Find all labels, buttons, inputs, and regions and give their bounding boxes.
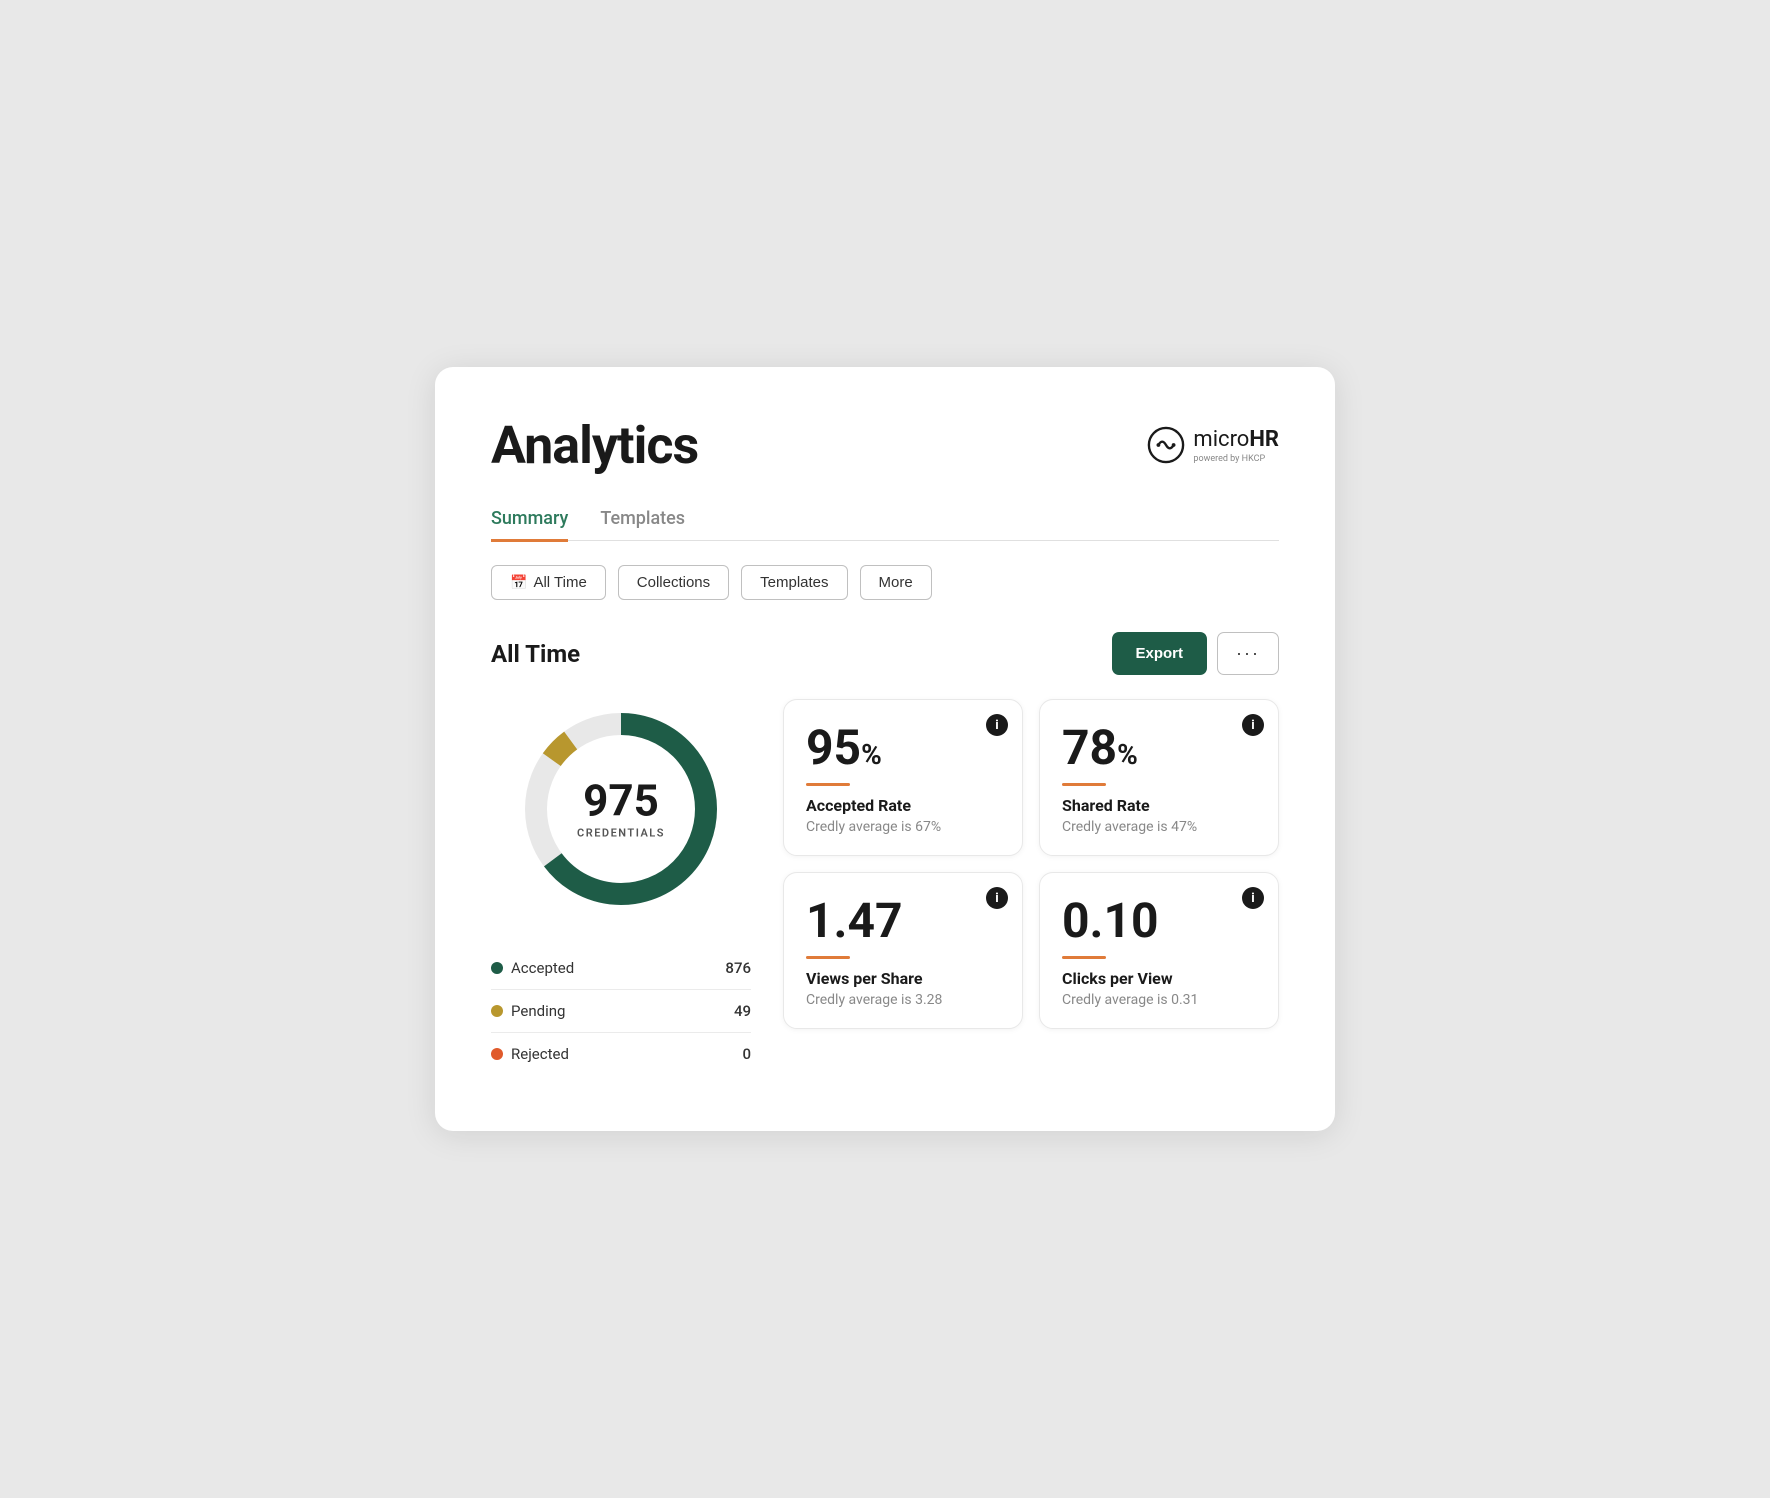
more-options-button[interactable]: ··· xyxy=(1217,632,1279,675)
stat-name-shared-rate: Shared Rate xyxy=(1062,796,1256,815)
stat-card-views-per-share: i 1.47 Views per Share Credly average is… xyxy=(783,872,1023,1029)
analytics-card: Analytics microHR powered by HKCP Summar… xyxy=(435,367,1335,1132)
legend: Accepted 876 Pending 49 Rejected xyxy=(491,947,751,1075)
legend-value-pending: 49 xyxy=(734,1002,751,1020)
legend-label-pending: Pending xyxy=(511,1002,565,1020)
stat-value-clicks-per-view: 0.10 xyxy=(1062,895,1256,948)
legend-item-accepted: Accepted 876 xyxy=(491,947,751,990)
legend-item-pending: Pending 49 xyxy=(491,990,751,1033)
stat-sub-clicks-per-view: Credly average is 0.31 xyxy=(1062,992,1256,1008)
legend-item-rejected: Rejected 0 xyxy=(491,1033,751,1075)
donut-center: 975 CREDENTIALS xyxy=(577,779,665,840)
stat-name-clicks-per-view: Clicks per View xyxy=(1062,969,1256,988)
export-button[interactable]: Export xyxy=(1112,632,1208,675)
stat-card-clicks-per-view: i 0.10 Clicks per View Credly average is… xyxy=(1039,872,1279,1029)
page-title: Analytics xyxy=(491,415,698,476)
section-header: All Time Export ··· xyxy=(491,632,1279,675)
left-panel: 975 CREDENTIALS Accepted 876 Pending xyxy=(491,699,751,1075)
stat-sub-views-per-share: Credly average is 3.28 xyxy=(806,992,1000,1008)
filters-row: 📅 All Time Collections Templates More xyxy=(491,565,1279,600)
tabs-nav: Summary Templates xyxy=(491,508,1279,542)
legend-value-accepted: 876 xyxy=(725,959,751,977)
stat-value-shared-rate: 78% xyxy=(1062,722,1256,775)
legend-dot-pending xyxy=(491,1005,503,1017)
stat-value-accepted-rate: 95% xyxy=(806,722,1000,775)
filter-more[interactable]: More xyxy=(860,565,932,600)
legend-dot-accepted xyxy=(491,962,503,974)
info-icon-accepted-rate[interactable]: i xyxy=(986,714,1008,736)
stat-card-shared-rate: i 78% Shared Rate Credly average is 47% xyxy=(1039,699,1279,856)
calendar-icon: 📅 xyxy=(510,574,527,591)
main-content: 975 CREDENTIALS Accepted 876 Pending xyxy=(491,699,1279,1075)
logo-icon xyxy=(1147,426,1185,464)
filter-templates[interactable]: Templates xyxy=(741,565,847,600)
filter-collections[interactable]: Collections xyxy=(618,565,729,600)
logo-name: microHR xyxy=(1193,427,1279,452)
stat-underline-clicks-per-view xyxy=(1062,956,1106,959)
tab-summary[interactable]: Summary xyxy=(491,508,568,542)
stats-grid: i 95% Accepted Rate Credly average is 67… xyxy=(783,699,1279,1029)
donut-number: 975 xyxy=(577,779,665,823)
donut-chart: 975 CREDENTIALS xyxy=(511,699,731,919)
stat-underline-views-per-share xyxy=(806,956,850,959)
legend-label-rejected: Rejected xyxy=(511,1045,569,1063)
legend-value-rejected: 0 xyxy=(742,1045,751,1063)
stat-card-accepted-rate: i 95% Accepted Rate Credly average is 67… xyxy=(783,699,1023,856)
stat-sub-accepted-rate: Credly average is 67% xyxy=(806,819,1000,835)
legend-dot-rejected xyxy=(491,1048,503,1060)
info-icon-views-per-share[interactable]: i xyxy=(986,887,1008,909)
stat-sub-shared-rate: Credly average is 47% xyxy=(1062,819,1256,835)
legend-label-accepted: Accepted xyxy=(511,959,574,977)
logo-text-wrap: microHR powered by HKCP xyxy=(1193,427,1279,464)
stat-underline-accepted-rate xyxy=(806,783,850,786)
donut-label: CREDENTIALS xyxy=(577,827,665,840)
stat-name-views-per-share: Views per Share xyxy=(806,969,1000,988)
stat-underline-shared-rate xyxy=(1062,783,1106,786)
section-actions: Export ··· xyxy=(1112,632,1280,675)
filter-all-time[interactable]: 📅 All Time xyxy=(491,565,606,600)
section-title: All Time xyxy=(491,640,580,668)
stat-value-views-per-share: 1.47 xyxy=(806,895,1000,948)
info-icon-shared-rate[interactable]: i xyxy=(1242,714,1264,736)
info-icon-clicks-per-view[interactable]: i xyxy=(1242,887,1264,909)
tab-templates[interactable]: Templates xyxy=(600,508,685,542)
logo: microHR powered by HKCP xyxy=(1147,426,1279,464)
stat-name-accepted-rate: Accepted Rate xyxy=(806,796,1000,815)
page-header: Analytics microHR powered by HKCP xyxy=(491,415,1279,476)
logo-sub: powered by HKCP xyxy=(1193,454,1279,464)
